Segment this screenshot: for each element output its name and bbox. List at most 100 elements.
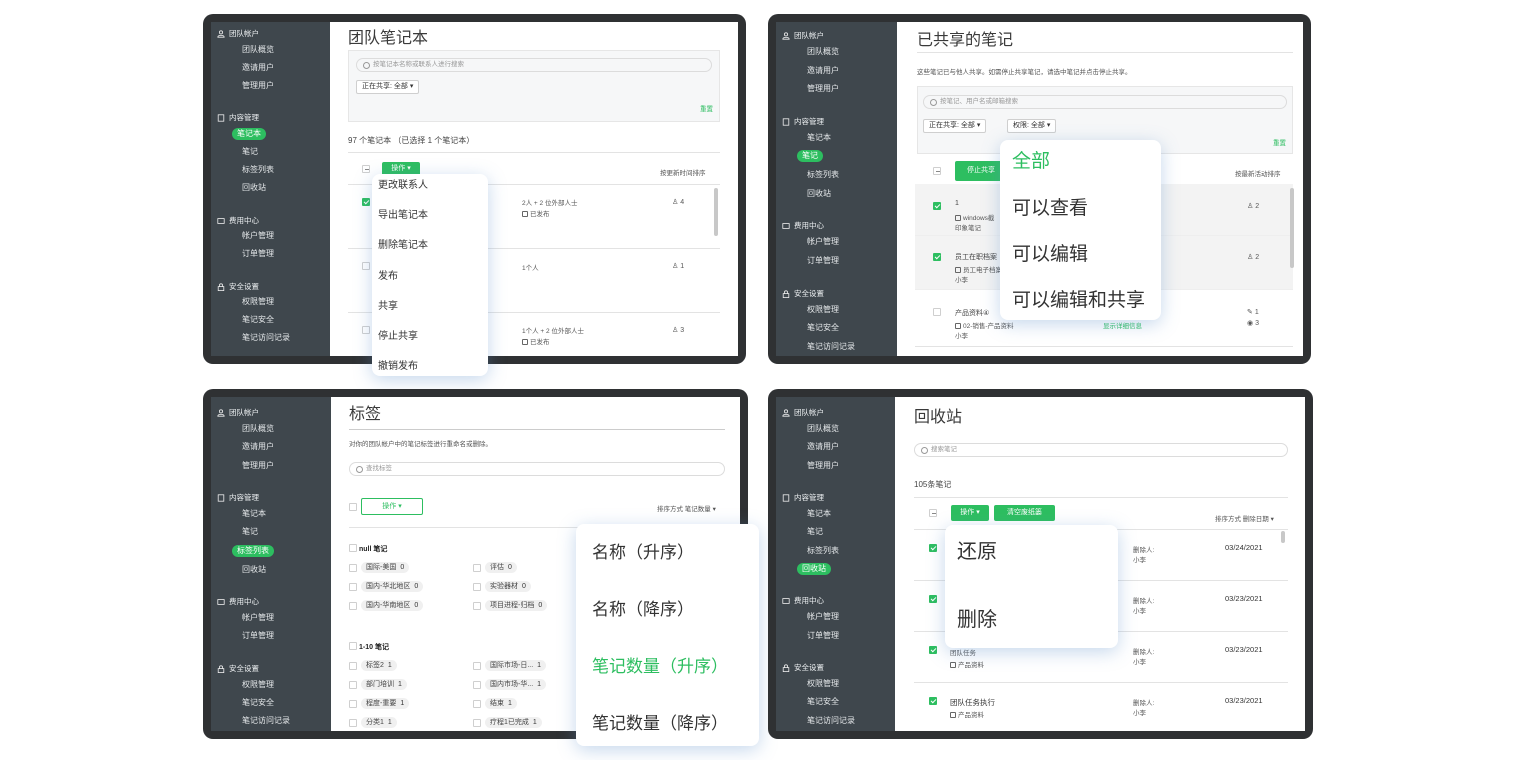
sidebar-item-notes[interactable]: 笔记 — [802, 526, 828, 538]
sidebar-item-permissions[interactable]: 权限管理 — [237, 296, 279, 308]
row-checkbox[interactable] — [933, 202, 941, 210]
reset-link[interactable]: 重置 — [1273, 137, 1286, 147]
menu-item-export[interactable]: 导出笔记本 — [378, 206, 488, 221]
row-checkbox[interactable] — [929, 646, 937, 654]
tag-checkbox[interactable] — [349, 681, 357, 689]
search-input[interactable]: 按笔记本名称或联系人进行搜索 — [356, 58, 712, 72]
sidebar-item-manage-users[interactable]: 管理用户 — [802, 83, 844, 95]
tag-chip[interactable]: 标签2 1 — [361, 660, 397, 671]
menu-item-restore[interactable]: 还原 — [957, 535, 1118, 564]
show-details-link[interactable]: 显示详细信息 — [1103, 320, 1142, 330]
sidebar-item-access-log[interactable]: 笔记访问记录 — [237, 715, 295, 727]
sidebar-item-permissions[interactable]: 权限管理 — [237, 679, 279, 691]
sort-dropdown[interactable]: 排序方式 笔记数量 ▾ — [657, 503, 716, 513]
menu-item-all[interactable]: 全部 — [1012, 146, 1161, 173]
group-checkbox[interactable] — [349, 642, 357, 650]
menu-item-change-contact[interactable]: 更改联系人 — [378, 176, 488, 191]
sidebar-item-invite-users[interactable]: 邀请用户 — [802, 65, 844, 77]
sidebar-item-note-security[interactable]: 笔记安全 — [237, 697, 279, 709]
empty-trash-button[interactable]: 清空废纸篓 — [994, 505, 1055, 521]
menu-item-count-desc[interactable]: 笔记数量（降序） — [592, 709, 759, 734]
sidebar-item-trash[interactable]: 回收站 — [802, 188, 836, 200]
menu-item-unpublish[interactable]: 撤销发布 — [378, 357, 488, 372]
sidebar-item-note-security[interactable]: 笔记安全 — [237, 314, 279, 326]
scrollbar[interactable] — [714, 188, 718, 236]
sidebar-item-note-security[interactable]: 笔记安全 — [802, 322, 844, 334]
tag-chip[interactable]: 结束 1 — [485, 698, 517, 709]
sidebar-item-invite-users[interactable]: 邀请用户 — [237, 441, 279, 453]
menu-item-can-edit-share[interactable]: 可以编辑和共享 — [1012, 285, 1161, 312]
tag-checkbox[interactable] — [473, 662, 481, 670]
tag-search-input[interactable]: 查找标签 — [349, 462, 725, 476]
sidebar-item-notes[interactable]: 笔记 — [237, 526, 263, 538]
tag-checkbox[interactable] — [473, 719, 481, 727]
menu-item-can-view[interactable]: 可以查看 — [1012, 193, 1161, 220]
tag-chip[interactable]: 国际-美国 0 — [361, 562, 410, 573]
sort-dropdown[interactable]: 排序方式 删除日期 ▾ — [1215, 513, 1274, 523]
tag-checkbox[interactable] — [349, 564, 357, 572]
sidebar-item-permissions[interactable]: 权限管理 — [802, 304, 844, 316]
menu-item-name-asc[interactable]: 名称（升序） — [592, 538, 759, 563]
sidebar-item-notebooks[interactable]: 笔记本 — [802, 508, 836, 520]
tag-checkbox[interactable] — [349, 602, 357, 610]
tag-chip[interactable]: 国内-华北地区 0 — [361, 581, 424, 592]
sidebar-item-permissions[interactable]: 权限管理 — [802, 678, 844, 690]
tag-checkbox[interactable] — [349, 662, 357, 670]
sidebar-item-team-overview[interactable]: 团队概览 — [237, 423, 279, 435]
row-checkbox[interactable] — [929, 544, 937, 552]
sidebar-item-team-overview[interactable]: 团队概览 — [237, 44, 279, 56]
tag-chip[interactable]: 国际市场-日... 1 — [485, 660, 547, 671]
row-checkbox[interactable] — [362, 326, 370, 334]
tag-checkbox[interactable] — [349, 719, 357, 727]
sidebar-item-team-overview[interactable]: 团队概览 — [802, 46, 844, 58]
sidebar-item-trash[interactable]: 回收站 — [797, 563, 831, 575]
tag-checkbox[interactable] — [473, 681, 481, 689]
row-checkbox[interactable] — [362, 198, 370, 206]
sidebar-item-notebooks[interactable]: 笔记本 — [802, 132, 836, 144]
group-checkbox[interactable] — [349, 544, 357, 552]
tag-chip[interactable]: 部门培训 1 — [361, 679, 407, 690]
row-checkbox[interactable] — [362, 262, 370, 270]
sidebar-item-access-log[interactable]: 笔记访问记录 — [237, 332, 295, 344]
scrollbar[interactable] — [1290, 188, 1294, 268]
tag-chip[interactable]: 实验器材 0 — [485, 581, 531, 592]
search-input[interactable]: 按笔记、用户名或邮箱搜索 — [923, 95, 1287, 109]
select-all-checkbox[interactable] — [349, 503, 357, 511]
row-checkbox[interactable] — [933, 253, 941, 261]
sidebar-item-account-mgmt[interactable]: 帐户管理 — [237, 612, 279, 624]
tag-chip[interactable]: 国内-华南地区 0 — [361, 600, 424, 611]
select-all-checkbox[interactable] — [929, 509, 937, 517]
tag-chip[interactable]: 项目进程-归档 0 — [485, 600, 548, 611]
tag-chip[interactable]: 国内市场-华... 1 — [485, 679, 547, 690]
menu-item-stop-share[interactable]: 停止共享 — [378, 327, 488, 342]
sidebar-item-order-mgmt[interactable]: 订单管理 — [237, 630, 279, 642]
tag-checkbox[interactable] — [473, 602, 481, 610]
sidebar-item-manage-users[interactable]: 管理用户 — [802, 460, 844, 472]
sharing-filter-dropdown[interactable]: 正在共享: 全部 ▾ — [923, 119, 987, 133]
tag-chip[interactable]: 分类1 1 — [361, 717, 397, 728]
sharing-filter-dropdown[interactable]: 正在共享: 全部 ▾ — [356, 80, 420, 94]
sidebar-item-trash[interactable]: 回收站 — [237, 182, 271, 194]
sidebar-item-order-mgmt[interactable]: 订单管理 — [802, 255, 844, 267]
sidebar-item-account-mgmt[interactable]: 帐户管理 — [802, 236, 844, 248]
sidebar-item-invite-users[interactable]: 邀请用户 — [237, 62, 279, 74]
sidebar-item-order-mgmt[interactable]: 订单管理 — [802, 630, 844, 642]
row-checkbox[interactable] — [929, 697, 937, 705]
scrollbar[interactable] — [1281, 531, 1285, 543]
action-button[interactable]: 操作 ▾ — [361, 498, 423, 515]
menu-item-delete[interactable]: 删除 — [957, 603, 1118, 632]
permission-filter-dropdown[interactable]: 权限: 全部 ▾ — [1007, 119, 1057, 133]
sort-label[interactable]: 按更新时间排序 — [660, 167, 706, 177]
sidebar-item-notes[interactable]: 笔记 — [237, 146, 263, 158]
row-checkbox[interactable] — [933, 308, 941, 316]
menu-item-name-desc[interactable]: 名称（降序） — [592, 595, 759, 620]
sort-label[interactable]: 按最新活动排序 — [1235, 168, 1281, 178]
sidebar-item-order-mgmt[interactable]: 订单管理 — [237, 248, 279, 260]
tag-chip[interactable]: 疗程1已完成 1 — [485, 717, 542, 728]
menu-item-share[interactable]: 共享 — [378, 297, 488, 312]
reset-link[interactable]: 重置 — [700, 103, 713, 113]
sidebar-item-notebooks[interactable]: 笔记本 — [237, 508, 271, 520]
sidebar-item-tag-list[interactable]: 标签列表 — [237, 164, 279, 176]
sidebar-item-account-mgmt[interactable]: 帐户管理 — [237, 230, 279, 242]
search-input[interactable]: 搜索笔记 — [914, 443, 1288, 457]
